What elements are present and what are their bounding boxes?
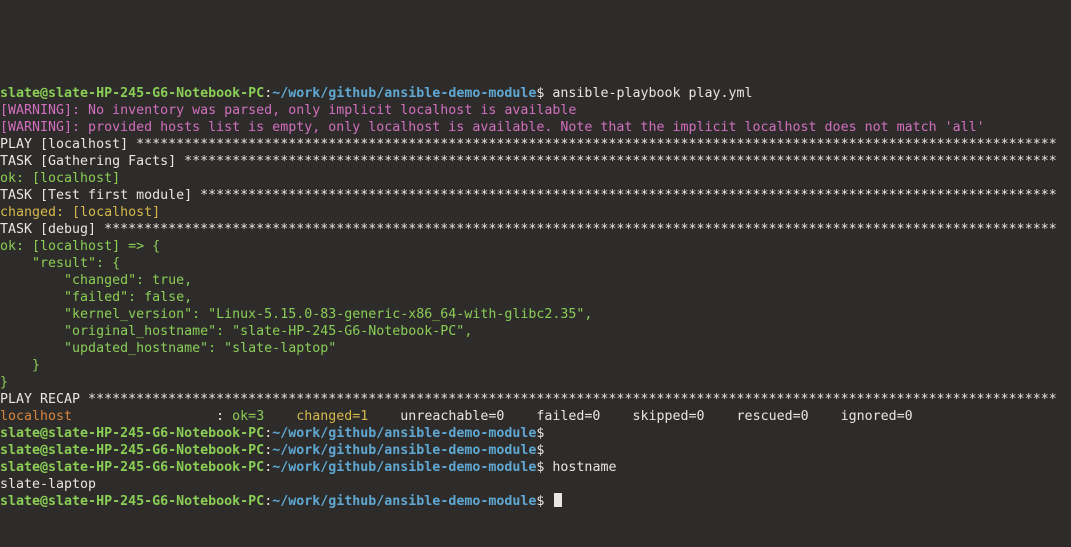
recap-skipped: skipped=0 (624, 409, 728, 424)
line-prompt-empty-2: slate@slate-HP-245-G6-Notebook-PC:~/work… (0, 442, 1071, 459)
debug-orig-hostname: "original_hostname": "slate-HP-245-G6-No… (0, 324, 472, 339)
prompt-colon: : (264, 443, 272, 458)
line-hostname-output: slate-laptop (0, 476, 1071, 493)
line-task-gather: TASK [Gathering Facts] *****************… (0, 153, 1071, 170)
line-task-first: TASK [Test first module] ***************… (0, 187, 1071, 204)
line-debug-2: "changed": true, (0, 272, 1071, 289)
hostname-output: slate-laptop (0, 477, 96, 492)
prompt-colon: : (264, 460, 272, 475)
line-debug-6: "updated_hostname": "slate-laptop" (0, 340, 1071, 357)
line-prompt-empty-1: slate@slate-HP-245-G6-Notebook-PC:~/work… (0, 425, 1071, 442)
prompt-colon: : (264, 426, 272, 441)
line-debug-1: "result": { (0, 255, 1071, 272)
debug-close: } (0, 375, 8, 390)
debug-close-inner: } (0, 358, 40, 373)
prompt-cwd: ~/work/github/ansible-demo-module (272, 426, 536, 441)
command-text[interactable]: hostname (544, 460, 616, 475)
line-debug-3: "failed": false, (0, 289, 1071, 306)
warning-2: [WARNING]: provided hosts list is empty,… (0, 120, 985, 135)
line-prompt-cursor: slate@slate-HP-245-G6-Notebook-PC:~/work… (0, 493, 1071, 510)
recap-failed: failed=0 (528, 409, 624, 424)
prompt-user-host: slate@slate-HP-245-G6-Notebook-PC (0, 86, 264, 101)
line-debug-7: } (0, 357, 1071, 374)
prompt-user-host: slate@slate-HP-245-G6-Notebook-PC (0, 426, 264, 441)
debug-failed: "failed": false, (0, 290, 192, 305)
recap-unreachable: unreachable=0 (392, 409, 528, 424)
debug-kernel: "kernel_version": "Linux-5.15.0-83-gener… (0, 307, 592, 322)
play-header: PLAY [localhost] ***********************… (0, 137, 1057, 152)
task-debug-header: TASK [debug] ***************************… (0, 222, 1057, 237)
line-ok-gather: ok: [localhost] (0, 170, 1071, 187)
command-text[interactable]: ansible-playbook play.yml (544, 86, 752, 101)
debug-result: "result": { (0, 256, 120, 271)
recap-ok: ok=3 (232, 409, 288, 424)
cursor (554, 493, 562, 507)
line-task-debug: TASK [debug] ***************************… (0, 221, 1071, 238)
warning-1: [WARNING]: No inventory was parsed, only… (0, 103, 576, 118)
recap-host: localhost (0, 409, 72, 424)
prompt-user-host: slate@slate-HP-245-G6-Notebook-PC (0, 443, 264, 458)
line-warning-1: [WARNING]: No inventory was parsed, only… (0, 102, 1071, 119)
line-changed: changed: [localhost] (0, 204, 1071, 221)
ok-localhost-gather: ok: [localhost] (0, 171, 120, 186)
prompt-cwd: ~/work/github/ansible-demo-module (272, 443, 536, 458)
prompt-cwd: ~/work/github/ansible-demo-module (272, 494, 536, 509)
prompt-colon: : (264, 494, 272, 509)
task-first-header: TASK [Test first module] ***************… (0, 188, 1057, 203)
line-warning-2: [WARNING]: provided hosts list is empty,… (0, 119, 1071, 136)
terminal[interactable]: slate@slate-HP-245-G6-Notebook-PC:~/work… (0, 85, 1071, 510)
recap-ignored: ignored=0 (833, 409, 937, 424)
line-debug-5: "original_hostname": "slate-HP-245-G6-No… (0, 323, 1071, 340)
debug-new-hostname: "updated_hostname": "slate-laptop" (0, 341, 336, 356)
command-text[interactable] (544, 494, 552, 509)
prompt-user-host: slate@slate-HP-245-G6-Notebook-PC (0, 494, 264, 509)
recap-pad: : (72, 409, 232, 424)
command-text[interactable] (544, 426, 552, 441)
line-cmd-playbook: slate@slate-HP-245-G6-Notebook-PC:~/work… (0, 85, 1071, 102)
prompt-colon: : (264, 86, 272, 101)
prompt-cwd: ~/work/github/ansible-demo-module (272, 86, 536, 101)
recap-changed: changed=1 (288, 409, 392, 424)
line-cmd-hostname: slate@slate-HP-245-G6-Notebook-PC:~/work… (0, 459, 1071, 476)
prompt-user-host: slate@slate-HP-245-G6-Notebook-PC (0, 460, 264, 475)
line-debug-open: ok: [localhost] => { (0, 238, 1071, 255)
command-text[interactable] (544, 443, 552, 458)
debug-changed: "changed": true, (0, 273, 192, 288)
line-recap-header: PLAY RECAP *****************************… (0, 391, 1071, 408)
line-play-header: PLAY [localhost] ***********************… (0, 136, 1071, 153)
line-debug-close: } (0, 374, 1071, 391)
line-debug-4: "kernel_version": "Linux-5.15.0-83-gener… (0, 306, 1071, 323)
line-recap-stats: localhost : ok=3 changed=1 unreachable=0… (0, 408, 1071, 425)
changed-localhost: changed: [localhost] (0, 205, 160, 220)
debug-open: ok: [localhost] => { (0, 239, 160, 254)
recap-rescued: rescued=0 (729, 409, 833, 424)
prompt-cwd: ~/work/github/ansible-demo-module (272, 460, 536, 475)
play-recap-header: PLAY RECAP *****************************… (0, 392, 1057, 407)
task-gather-header: TASK [Gathering Facts] *****************… (0, 154, 1057, 169)
